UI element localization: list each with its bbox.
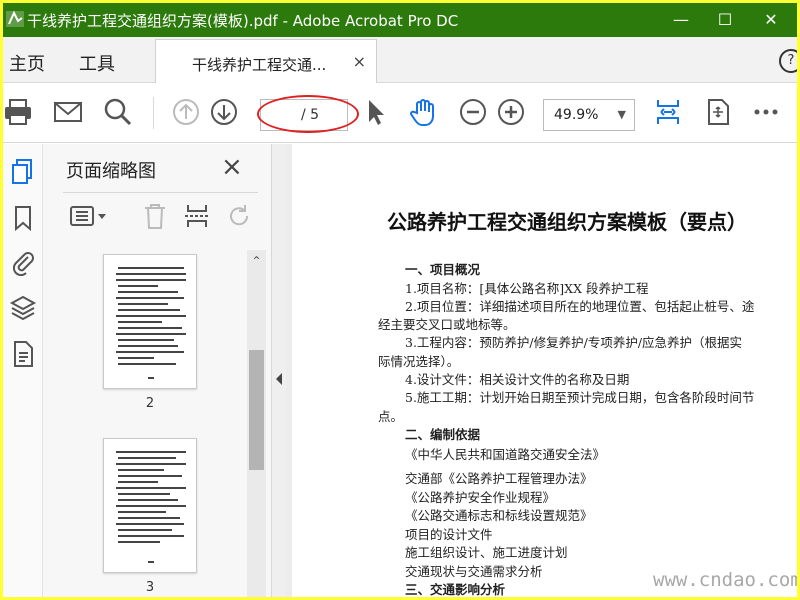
zoom-in-icon[interactable] (496, 97, 526, 127)
rotate-page-icon[interactable] (225, 202, 253, 230)
panel-collapse-strip[interactable] (272, 144, 286, 597)
tab-home[interactable]: 主页 (9, 50, 45, 76)
page-thumbnail-number: 3 (145, 580, 155, 595)
section-heading: 二、编制依据 (405, 427, 481, 442)
title-bar: 干线养护工程交通组织方案(模板).pdf - Adobe Acrobat Pro… (3, 3, 797, 37)
close-tab-button[interactable]: × (353, 52, 366, 71)
document-text-line: 项目的设计文件 (405, 527, 493, 542)
document-properties-icon[interactable] (9, 340, 37, 368)
document-text-line: 1.项目名称：[具体公路名称]XX 段养护工程 (405, 281, 649, 296)
document-text-line: 点。 (378, 409, 404, 424)
section-heading: 三、交通影响分析 (405, 582, 506, 597)
print-icon[interactable] (3, 97, 33, 127)
document-text-line: 《中华人民共和国道路交通安全法》 (405, 447, 606, 462)
thumbnails-panel: 页面缩略图 × 2 3 ⌃ (43, 144, 272, 597)
chevron-down-icon: ▼ (617, 108, 626, 121)
minimize-button[interactable]: — (663, 3, 699, 37)
acrobat-app-icon (6, 10, 24, 27)
document-tab-label: 干线养护工程交通... (192, 56, 327, 74)
zoom-value: 49.9% (554, 107, 599, 123)
search-icon[interactable] (103, 97, 133, 127)
page-thumbnail-number: 2 (145, 396, 155, 411)
section-heading: 一、项目概况 (405, 262, 481, 277)
window-title: 干线养护工程交通组织方案(模板).pdf - Adobe Acrobat Pro… (27, 12, 459, 30)
maximize-button[interactable]: ☐ (707, 3, 743, 37)
toolbar: / 5 49.9% ▼ (3, 83, 797, 143)
pdf-page: 公路养护工程交通组织方案模板（要点） 一、项目概况 1.项目名称：[具体公路名称]… (292, 144, 797, 597)
close-panel-button[interactable]: × (221, 152, 243, 182)
fit-page-icon[interactable] (653, 97, 683, 127)
document-text-line: 施工组织设计、施工进度计划 (405, 545, 568, 560)
tab-tools[interactable]: 工具 (79, 50, 115, 76)
page-thumbnails-icon[interactable] (9, 158, 37, 186)
bookmarks-icon[interactable] (9, 204, 37, 232)
delete-page-icon[interactable] (141, 202, 169, 230)
document-text-line: 际情况选择）。 (378, 354, 460, 369)
document-text-line: 5.施工工期：计划开始日期至预计完成日期，包含各阶段时间节 (405, 390, 755, 405)
document-text-line: 《公路养护安全作业规程》 (405, 490, 556, 505)
zoom-dropdown[interactable]: 49.9% ▼ (543, 99, 635, 131)
scrollbar-thumb[interactable] (249, 350, 264, 470)
tab-bar: 主页 工具 干线养护工程交通... × ? (3, 37, 797, 83)
thumbnail-options-icon[interactable] (69, 202, 109, 230)
highlight-annotation (257, 95, 359, 133)
toolbar-separator (153, 97, 154, 129)
document-text-line: 2.项目位置：详细描述项目所在的地理位置、包括起止桩号、途 (405, 299, 755, 314)
help-button[interactable]: ? (779, 49, 797, 73)
collapse-arrow-icon[interactable] (274, 372, 284, 386)
document-heading: 公路养护工程交通组织方案模板（要点） (387, 210, 747, 234)
document-text-line: 《公路交通标志和标线设置规范》 (405, 508, 593, 523)
thumbnail-scrollbar[interactable]: ⌃ (247, 250, 266, 597)
watermark: www.cndao.com (653, 569, 797, 591)
select-cursor-icon[interactable] (361, 97, 391, 127)
document-text-line: 经主要交叉口或地标等。 (378, 317, 516, 332)
email-icon[interactable] (53, 97, 83, 127)
page-thumbnail[interactable] (103, 254, 197, 389)
panel-divider (63, 192, 258, 193)
scroll-up-icon[interactable]: ⌃ (247, 252, 266, 270)
page-thumbnail[interactable] (103, 438, 197, 573)
hand-tool-icon[interactable] (408, 97, 438, 127)
document-text-line: 4.设计文件：相关设计文件的名称及日期 (405, 372, 630, 387)
next-page-icon[interactable] (209, 97, 239, 127)
more-icon[interactable] (751, 97, 781, 127)
navigation-rail (3, 144, 43, 597)
document-text-line: 交通部《公路养护工程管理办法》 (405, 471, 593, 486)
document-view[interactable]: 公路养护工程交通组织方案模板（要点） 一、项目概况 1.项目名称：[具体公路名称]… (286, 144, 797, 597)
zoom-out-icon[interactable] (458, 97, 488, 127)
panel-title: 页面缩略图 (66, 161, 156, 182)
document-text-line: 交通现状与交通需求分析 (405, 564, 543, 579)
document-text-line: 3.工程内容：预防养护/修复养护/专项养护/应急养护（根据实 (405, 335, 743, 350)
full-screen-icon[interactable] (703, 97, 733, 127)
tab-document[interactable]: 干线养护工程交通... × (155, 39, 377, 83)
thumbnail-list[interactable]: 2 3 ⌃ (43, 250, 272, 597)
attachments-icon[interactable] (9, 248, 37, 276)
layers-icon[interactable] (9, 294, 37, 322)
extract-page-icon[interactable] (183, 202, 211, 230)
previous-page-icon[interactable] (171, 97, 201, 127)
close-window-button[interactable]: ✕ (753, 3, 789, 37)
acrobat-window: 干线养护工程交通组织方案(模板).pdf - Adobe Acrobat Pro… (3, 3, 797, 597)
